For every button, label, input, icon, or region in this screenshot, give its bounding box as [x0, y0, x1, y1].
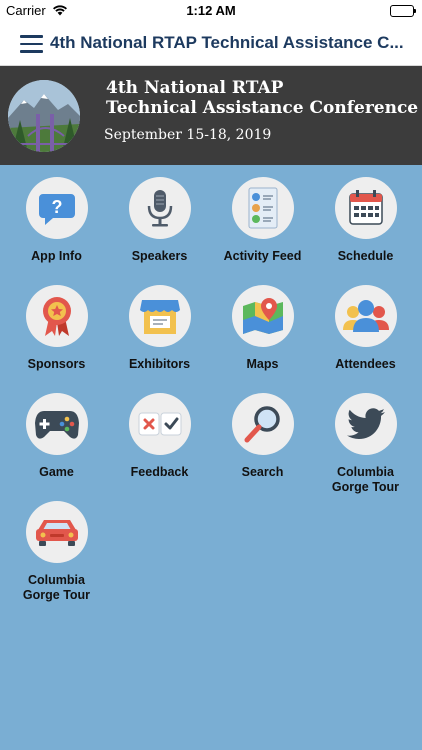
tile-label: Sponsors [27, 357, 86, 371]
tile-search[interactable]: Search [211, 383, 314, 480]
tile-label: Columbia Gorge Tour [22, 573, 91, 602]
conference-banner: 4th National RTAP Technical Assistance C… [0, 66, 422, 165]
tile-sponsors[interactable]: Sponsors [5, 275, 108, 372]
status-time: 1:12 AM [186, 3, 236, 18]
navigation-bar: 4th National RTAP Technical Assistance C… [0, 22, 422, 66]
tile-label: Game [39, 465, 74, 479]
tile-label: Feedback [130, 465, 189, 479]
tile-schedule[interactable]: Schedule [314, 167, 417, 264]
award-ribbon-icon [25, 285, 88, 347]
tile-activity-feed[interactable]: Activity Feed [211, 167, 314, 264]
car-icon [25, 501, 88, 563]
page-title: 4th National RTAP Technical Assistance C… [50, 33, 404, 52]
tile-label: Speakers [131, 249, 188, 263]
svg-text:?: ? [51, 197, 62, 217]
magnifier-icon [231, 393, 294, 455]
booth-icon [128, 285, 191, 347]
gamepad-icon [25, 393, 88, 455]
battery-icon [390, 5, 416, 17]
tile-maps[interactable]: Maps [211, 275, 314, 372]
tile-label: App Info [31, 249, 82, 263]
status-bar: Carrier 1:12 AM [0, 0, 422, 22]
tile-label: Search [241, 465, 284, 479]
tile-speakers[interactable]: Speakers [108, 167, 211, 264]
tile-columbia-gorge-tour-car[interactable]: Columbia Gorge Tour [5, 491, 108, 603]
tile-label: Maps [246, 357, 279, 371]
banner-title-line2: Technical Assistance Conference [106, 98, 419, 118]
hamburger-menu-icon[interactable] [20, 35, 43, 53]
conference-logo [8, 80, 80, 152]
question-bubble-icon: ? [25, 177, 88, 239]
tile-columbia-gorge-tour-twitter[interactable]: Columbia Gorge Tour [314, 383, 417, 495]
tile-game[interactable]: Game [5, 383, 108, 480]
tile-label: Columbia Gorge Tour [331, 465, 400, 494]
tile-label: Attendees [335, 357, 396, 371]
tile-label: Activity Feed [223, 249, 302, 263]
tile-label: Exhibitors [128, 357, 191, 371]
tile-attendees[interactable]: Attendees [314, 275, 417, 372]
twitter-bird-icon [334, 393, 397, 455]
map-pin-icon [231, 285, 294, 347]
microphone-icon [128, 177, 191, 239]
feedback-icon [128, 393, 191, 455]
banner-title-line1: 4th National RTAP [106, 78, 284, 98]
banner-date: September 15-18, 2019 [104, 127, 272, 143]
tile-label: Schedule [337, 249, 394, 263]
tile-exhibitors[interactable]: Exhibitors [108, 275, 211, 372]
people-icon [334, 285, 397, 347]
banner-title: 4th National RTAP Technical Assistance C… [106, 78, 418, 118]
activity-feed-icon [231, 177, 294, 239]
tile-feedback[interactable]: Feedback [108, 383, 211, 480]
calendar-icon [334, 177, 397, 239]
tile-app-info[interactable]: ? App Info [5, 167, 108, 264]
